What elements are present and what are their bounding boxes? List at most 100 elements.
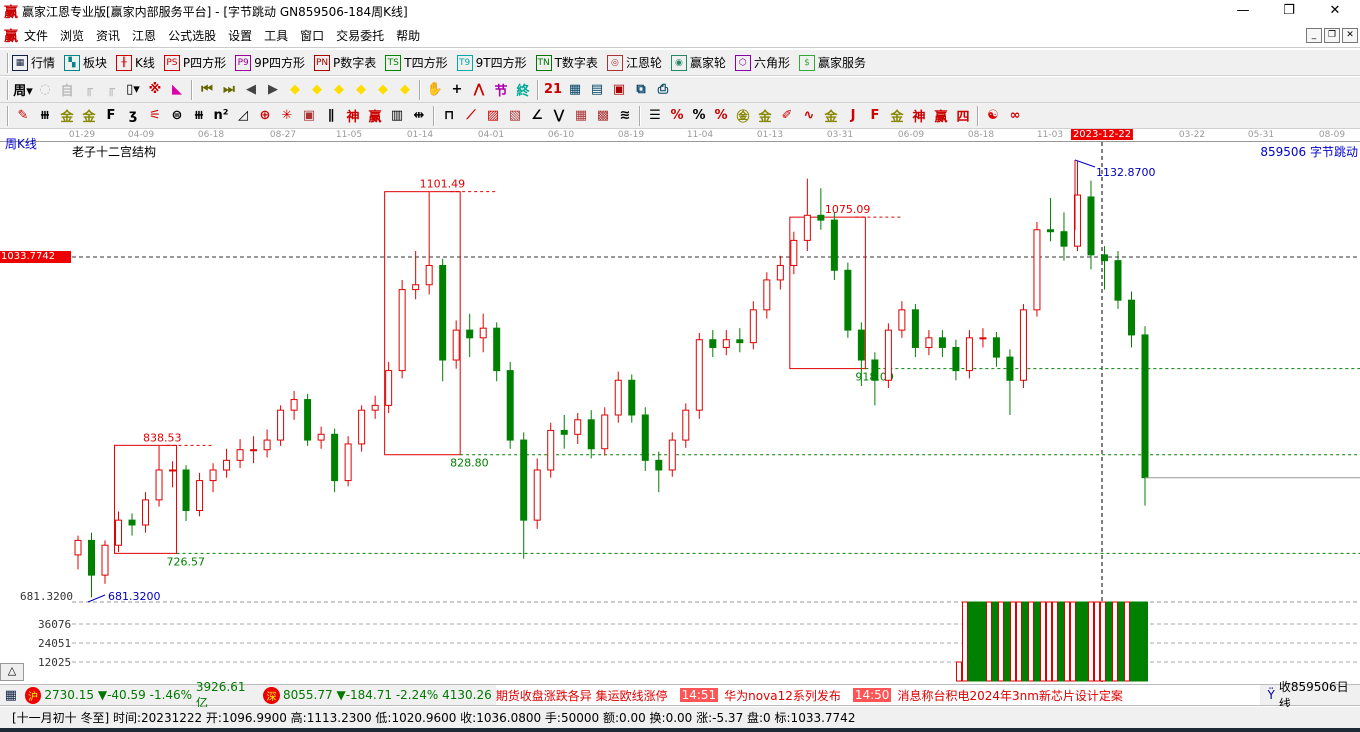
- brush-icon[interactable]: ✐: [776, 106, 798, 126]
- sh-index[interactable]: 沪 2730.15 ▼-40.59 -1.46% 3926.61亿: [22, 680, 256, 711]
- box-fan-icon[interactable]: ▨: [482, 106, 504, 126]
- grid-red-icon[interactable]: ▦: [570, 106, 592, 126]
- gold2-icon[interactable]: 金: [78, 106, 100, 126]
- menu-item[interactable]: 公式选股: [162, 27, 222, 44]
- fan-lines-icon[interactable]: ⟋: [460, 106, 482, 126]
- lines-icon[interactable]: ⧻: [188, 106, 210, 126]
- wave-icon[interactable]: ∿: [798, 106, 820, 126]
- grid-red2-icon[interactable]: ▩: [592, 106, 614, 126]
- gold-lines-icon[interactable]: 金: [754, 106, 776, 126]
- close-button[interactable]: ✕: [1312, 0, 1358, 23]
- toolbar-button-dollar[interactable]: $ 赢家服务: [798, 54, 866, 71]
- line-tool-icon[interactable]: ⋀: [468, 80, 490, 100]
- zigzag-icon[interactable]: ⋁: [548, 106, 570, 126]
- crosshair-icon[interactable]: +: [446, 80, 468, 100]
- gold1-icon[interactable]: 金: [56, 106, 78, 126]
- minimize-button[interactable]: —: [1220, 0, 1266, 23]
- star-icon[interactable]: ✳: [276, 106, 298, 126]
- f-angle-icon[interactable]: F: [864, 106, 886, 126]
- toolbar-button-blocks[interactable]: ▚ 板块: [64, 54, 107, 71]
- period-week-icon[interactable]: 周▾: [12, 80, 34, 100]
- calculator-icon[interactable]: ▦: [564, 80, 586, 100]
- calendar-icon[interactable]: 21: [542, 80, 564, 100]
- gold-circle-icon[interactable]: ㊎: [732, 106, 754, 126]
- report-icon[interactable]: ▤: [586, 80, 608, 100]
- save-icon[interactable]: ▣: [608, 80, 630, 100]
- levels-icon[interactable]: ☰: [644, 106, 666, 126]
- shrink-diamond-icon[interactable]: ◆: [350, 80, 372, 100]
- menu-item[interactable]: 设置: [222, 27, 258, 44]
- quote-grid-icon[interactable]: ▦: [0, 685, 22, 705]
- grid-lines-icon[interactable]: ▥: [386, 106, 408, 126]
- toolbar-button-tn[interactable]: TN T数字表: [535, 54, 598, 71]
- self-icon[interactable]: 自: [56, 80, 78, 100]
- right-icon[interactable]: ▶: [262, 80, 284, 100]
- bars9-icon[interactable]: ╓: [100, 80, 122, 100]
- restore-button[interactable]: ❐: [1266, 0, 1312, 23]
- news-item[interactable]: 期货收盘涨跌各异 集运欧线涨停: [496, 687, 668, 704]
- fan-icon[interactable]: ⚟: [144, 106, 166, 126]
- formula-icon[interactable]: ※: [144, 80, 166, 100]
- expand-panel-button[interactable]: △: [0, 663, 24, 681]
- yinyang-icon[interactable]: ☯: [982, 106, 1004, 126]
- angle-icon[interactable]: ∠: [526, 106, 548, 126]
- percent-red-icon[interactable]: %: [666, 106, 688, 126]
- gold-angle-icon[interactable]: 金: [886, 106, 908, 126]
- j-angle-icon[interactable]: J: [842, 106, 864, 126]
- infinity-icon[interactable]: ∞: [1004, 106, 1026, 126]
- spiral-icon[interactable]: ʒ: [122, 106, 144, 126]
- menu-item[interactable]: 浏览: [54, 27, 90, 44]
- sz-index[interactable]: 深 8055.77 ▼-184.71 -2.24% 4130.26: [260, 686, 492, 704]
- news-item[interactable]: 14:51 华为nova12系列发布: [668, 687, 841, 704]
- circle-icon[interactable]: ⊜: [166, 106, 188, 126]
- hand-icon[interactable]: ✋: [424, 80, 446, 100]
- menu-item[interactable]: 帮助: [390, 27, 426, 44]
- box-fan2-icon[interactable]: ▧: [504, 106, 526, 126]
- target-icon[interactable]: ⊕: [254, 106, 276, 126]
- ying-angle-icon[interactable]: 赢: [930, 106, 952, 126]
- menu-item[interactable]: 江恩: [126, 27, 162, 44]
- percent-icon[interactable]: %: [688, 106, 710, 126]
- menu-item[interactable]: 资讯: [90, 27, 126, 44]
- measure-icon[interactable]: ⇹: [408, 106, 430, 126]
- expand-all-diamond-icon[interactable]: ◆: [394, 80, 416, 100]
- menu-item[interactable]: 文件: [18, 27, 54, 44]
- toolbar-button-winner-wheel[interactable]: ◉ 赢家轮: [670, 54, 726, 71]
- pattern-icon[interactable]: 終: [512, 80, 534, 100]
- mdi-close-button[interactable]: ✕: [1342, 28, 1358, 43]
- toolbar-button-hexagon[interactable]: ⬡ 六角形: [734, 54, 790, 71]
- toolbar-button-gann-wheel[interactable]: ◎ 江恩轮: [606, 54, 662, 71]
- arrow-left-diamond-icon[interactable]: ◆: [284, 80, 306, 100]
- toolbar-button-grid[interactable]: ▦ 行情: [12, 54, 55, 71]
- hash-icon[interactable]: ⧻: [34, 106, 56, 126]
- arrow-right-diamond-icon[interactable]: ◆: [306, 80, 328, 100]
- expand-v-diamond-icon[interactable]: ◆: [372, 80, 394, 100]
- disabled-icon[interactable]: ◌: [34, 80, 56, 100]
- toolbar-button-ps[interactable]: PS P四方形: [163, 54, 226, 71]
- square-target-icon[interactable]: ▣: [298, 106, 320, 126]
- parallel-icon[interactable]: ≋: [614, 106, 636, 126]
- kline-chart[interactable]: 838.53726.571101.49828.801075.09918.0911…: [0, 128, 1360, 682]
- news-scroller[interactable]: 期货收盘涨跌各异 集运欧线涨停 14:51 华为nova12系列发布 14:50 消息称…: [495, 685, 1260, 705]
- menu-item[interactable]: 交易委托: [330, 27, 390, 44]
- percent-lines-icon[interactable]: %: [710, 106, 732, 126]
- mdi-restore-button[interactable]: ❐: [1324, 28, 1340, 43]
- print-icon[interactable]: ⎙: [652, 80, 674, 100]
- ying-icon[interactable]: 赢: [364, 106, 386, 126]
- expand-h-diamond-icon[interactable]: ◆: [328, 80, 350, 100]
- slash-icon[interactable]: ∥: [320, 106, 342, 126]
- bars3-icon[interactable]: ╓: [78, 80, 100, 100]
- box-icon[interactable]: ⊓: [438, 106, 460, 126]
- menu-item[interactable]: 窗口: [294, 27, 330, 44]
- first-icon[interactable]: ⏮: [196, 80, 218, 100]
- toolbar-button-ts[interactable]: TS T四方形: [385, 54, 448, 71]
- gold-box-icon[interactable]: 金: [820, 106, 842, 126]
- shen-icon[interactable]: 神: [342, 106, 364, 126]
- section-icon[interactable]: 节: [490, 80, 512, 100]
- toolbar-button-p9[interactable]: P9 9P四方形: [235, 54, 305, 71]
- volume-profile-icon[interactable]: ◣: [166, 80, 188, 100]
- menu-item[interactable]: 工具: [258, 27, 294, 44]
- news-item[interactable]: 14:50 消息称台积电2024年3nm新芯片设计定案: [841, 687, 1123, 704]
- triangle-icon[interactable]: ◿: [232, 106, 254, 126]
- toolbar-button-t9[interactable]: T9 9T四方形: [456, 54, 527, 71]
